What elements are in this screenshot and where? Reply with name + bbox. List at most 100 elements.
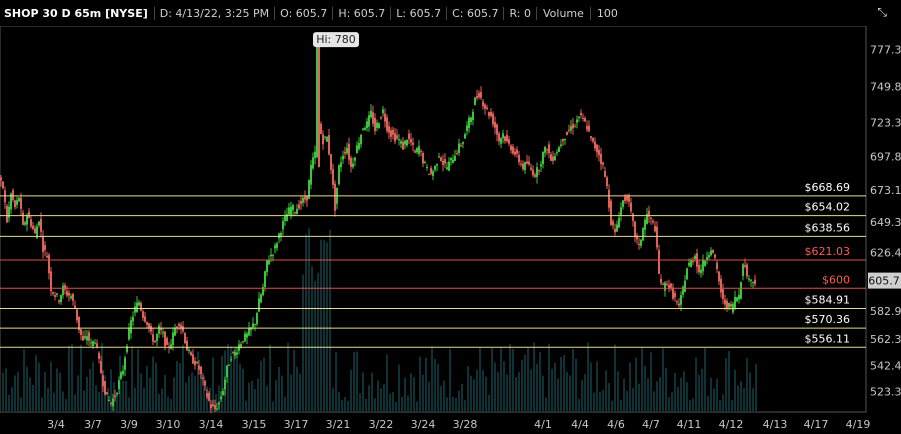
volume-bar	[158, 393, 160, 412]
candle-body	[726, 300, 728, 309]
volume-bar	[20, 397, 22, 412]
volume-bar	[353, 352, 355, 412]
candle-body	[540, 164, 542, 167]
volume-bar	[98, 391, 100, 412]
volume-bar	[740, 381, 742, 412]
candle-body	[388, 126, 390, 133]
candle-body	[398, 139, 400, 141]
candle-body	[514, 151, 516, 155]
candle-body	[656, 226, 658, 248]
candle-body	[424, 161, 426, 163]
volume-bar	[68, 345, 70, 412]
volume-bar	[563, 355, 565, 412]
candle-body	[588, 125, 590, 132]
volume-bar	[62, 391, 64, 412]
candle-body	[530, 167, 532, 170]
candle-body	[614, 228, 616, 233]
candle-body	[640, 239, 642, 246]
candle-body	[44, 245, 46, 250]
volume-bar	[86, 376, 88, 412]
candle-body	[6, 206, 8, 223]
candle-body	[494, 121, 496, 128]
candle-body	[346, 147, 348, 154]
candle-body	[332, 169, 334, 185]
crosshair-cursor-icon[interactable]: ⤡	[877, 5, 887, 20]
candle-body	[602, 162, 604, 165]
x-tick-label: 3/14	[199, 418, 224, 431]
candle-body	[650, 217, 652, 219]
candle-body	[574, 126, 576, 128]
candle-body	[752, 281, 754, 283]
candle-body	[252, 323, 254, 328]
volume-bar	[671, 392, 673, 412]
candle-body	[500, 138, 502, 144]
volume-bar	[167, 396, 169, 412]
volume-bar	[2, 372, 4, 412]
x-tick-label: 4/17	[804, 418, 829, 431]
candle-body	[402, 141, 404, 150]
candle-body	[408, 133, 410, 140]
candle-body	[534, 174, 536, 177]
candle-body	[418, 146, 420, 154]
candle-body	[710, 250, 712, 256]
candle-body	[136, 302, 138, 313]
candle-body	[232, 351, 234, 353]
volume-bar	[32, 384, 34, 412]
symbol-label[interactable]: SHOP 30 D 65m [NYSE]	[0, 6, 155, 20]
volume-bar	[359, 393, 361, 412]
candle-body	[714, 254, 716, 258]
volume-bar	[317, 272, 319, 412]
volume-bar	[140, 373, 142, 412]
volume-bar	[269, 344, 271, 412]
candle-body	[394, 133, 396, 142]
volume-bar	[56, 368, 58, 412]
price-chart[interactable]: 777.37 749.89 723.39 697.83 673.17 649.38 626.…	[0, 0, 901, 434]
candle-body	[448, 161, 450, 171]
volume-bar	[284, 396, 286, 412]
candle-body	[192, 354, 194, 364]
volume-bar	[581, 379, 583, 412]
volume-bar	[185, 382, 187, 412]
volume-bar	[467, 365, 469, 412]
volume-bar	[131, 346, 133, 412]
candle-body	[240, 344, 242, 347]
candle-body	[258, 298, 260, 312]
volume-bar	[614, 344, 616, 412]
volume-bar	[404, 377, 406, 412]
candle-body	[214, 405, 216, 410]
volume-bar	[290, 374, 292, 412]
volume-bar	[530, 369, 532, 412]
volume-bar	[350, 369, 352, 412]
candle-body	[128, 328, 130, 340]
x-tick-label: 4/1	[534, 418, 552, 431]
candle-body	[108, 400, 110, 402]
candle-body	[440, 157, 442, 161]
volume-bar	[164, 374, 166, 412]
candle-body	[226, 365, 228, 378]
candle-body	[740, 282, 742, 299]
candle-body	[580, 112, 582, 116]
candle-body	[104, 381, 106, 395]
volume-bar	[638, 383, 640, 412]
candle-body	[182, 326, 184, 332]
candle-body	[178, 323, 180, 326]
candle-body	[132, 316, 134, 322]
candle-body	[268, 259, 270, 265]
volume-bar	[458, 390, 460, 412]
candle-body	[358, 142, 360, 149]
candle-body	[474, 97, 476, 106]
volume-bar	[587, 342, 589, 412]
x-tick-label: 4/13	[763, 418, 788, 431]
volume-bar	[194, 375, 196, 412]
candle-body	[542, 151, 544, 165]
candle-body	[244, 333, 246, 342]
x-tick-label: 3/7	[84, 418, 102, 431]
candle-body	[248, 328, 250, 336]
candle-body	[236, 352, 238, 355]
candle-body	[412, 142, 414, 145]
candle-body	[620, 207, 622, 216]
candle-body	[568, 129, 570, 131]
x-tick-label: 3/10	[156, 418, 181, 431]
level-label: $638.56	[805, 221, 851, 234]
volume-bar	[695, 357, 697, 412]
